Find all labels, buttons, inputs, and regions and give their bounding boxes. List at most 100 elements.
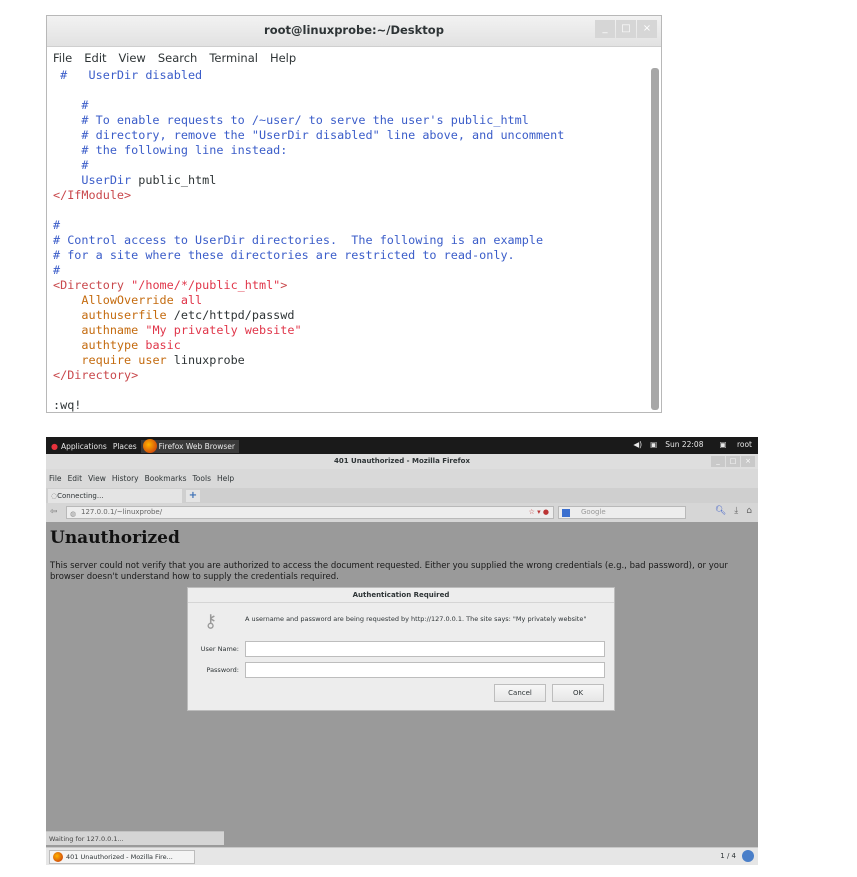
firefox-minimize-button[interactable]: _ [711, 456, 725, 467]
menu-terminal[interactable]: Terminal [209, 51, 258, 65]
terminal-token: > [280, 278, 288, 292]
workspace-indicator[interactable]: 1 / 4 [720, 852, 736, 860]
menu-help[interactable]: Help [270, 51, 296, 65]
password-input[interactable] [245, 662, 605, 678]
ff-menu-history[interactable]: History [112, 474, 139, 483]
terminal-token: all [180, 293, 203, 307]
tab-strip: ◌Connecting... + [46, 488, 758, 503]
download-icon[interactable]: ⤓ [734, 506, 738, 516]
terminal-token: /etc/httpd/passwd [173, 308, 295, 322]
ff-menu-view[interactable]: View [88, 474, 106, 483]
terminal-line: AllowOverride all [53, 293, 647, 308]
firefox-maximize-button[interactable]: □ [726, 456, 740, 467]
terminal-line: authtype basic [53, 338, 647, 353]
active-app-menu[interactable]: Firefox Web Browser [140, 439, 240, 453]
applications-menu[interactable]: Applications [61, 442, 107, 451]
terminal-token: basic [145, 338, 181, 352]
firefox-close-button[interactable]: × [741, 456, 755, 467]
clock[interactable]: Sun 22:08 [665, 440, 703, 449]
terminal-line: require user linuxprobe [53, 353, 647, 368]
monitor-icon: ▣ [719, 440, 729, 449]
terminal-line: # [53, 158, 647, 173]
key-icon: ⚷ [204, 611, 218, 632]
desktop-screenshot: ● Applications Places Firefox Web Browse… [46, 437, 758, 865]
terminal-token: :wq! [53, 398, 82, 412]
terminal-text-area[interactable]: # UserDir disabled # # To enable request… [47, 68, 647, 412]
navigation-toolbar: ⇦ ◍ 127.0.0.1/~linuxprobe/ ☆ ▾ ● Google … [46, 503, 758, 522]
terminal-titlebar[interactable]: root@linuxprobe:~/Desktop _ □ × [47, 16, 661, 47]
terminal-window: root@linuxprobe:~/Desktop _ □ × File Edi… [46, 15, 662, 413]
home-icon[interactable]: ⌂ [746, 506, 752, 516]
firefox-task-icon [53, 852, 63, 862]
terminal-token: # directory, remove the "UserDir disable… [53, 128, 565, 142]
terminal-token: "/home/*/public_html" [131, 278, 281, 292]
menu-view[interactable]: View [119, 51, 146, 65]
terminal-token: UserDir [53, 173, 132, 187]
terminal-token: linuxprobe [173, 353, 245, 367]
menu-edit[interactable]: Edit [84, 51, 106, 65]
terminal-line: # the following line instead: [53, 143, 647, 158]
ff-menu-file[interactable]: File [49, 474, 62, 483]
firefox-menubar: File Edit View History Bookmarks Tools H… [46, 469, 758, 488]
terminal-line: authname "My privately website" [53, 323, 647, 338]
terminal-line: UserDir public_html [53, 173, 647, 188]
search-bar[interactable]: Google [558, 506, 686, 519]
terminal-line: # UserDir disabled [53, 68, 647, 83]
firefox-titlebar[interactable]: 401 Unauthorized - Mozilla Firefox _ □ × [46, 454, 758, 469]
back-arrow-icon[interactable]: ⇦ [50, 507, 58, 517]
terminal-token: authtype [53, 338, 146, 352]
terminal-token: # for a site where these directories are… [53, 248, 515, 262]
terminal-title: root@linuxprobe:~/Desktop [264, 23, 444, 37]
ff-menu-tools[interactable]: Tools [193, 474, 211, 483]
firefox-icon [142, 439, 157, 453]
maximize-button[interactable]: □ [616, 20, 636, 38]
terminal-token: # UserDir disabled [53, 68, 203, 82]
search-icon[interactable]: 🔍︎ [715, 506, 726, 516]
places-menu[interactable]: Places [113, 442, 137, 451]
terminal-token: # To enable requests to /~user/ to serve… [53, 113, 529, 127]
cancel-button[interactable]: Cancel [494, 684, 546, 702]
google-icon [562, 509, 570, 517]
ff-menu-bookmarks[interactable]: Bookmarks [145, 474, 187, 483]
close-button[interactable]: × [637, 20, 657, 38]
terminal-token: # Control access to UserDir directories.… [53, 233, 544, 247]
page-paragraph: This server could not verify that you ar… [50, 561, 728, 582]
terminal-token: AllowOverride [53, 293, 181, 307]
username-input[interactable] [245, 641, 605, 657]
notification-icon[interactable] [742, 850, 754, 862]
terminal-scrollbar[interactable] [651, 68, 659, 410]
minimize-button[interactable]: _ [595, 20, 615, 38]
terminal-line: authuserfile /etc/httpd/passwd [53, 308, 647, 323]
network-icon[interactable]: ▣ [650, 440, 657, 449]
taskbar-firefox-item[interactable]: 401 Unauthorized - Mozilla Fire... [49, 850, 195, 864]
terminal-token: <Directory [53, 278, 132, 292]
menu-search[interactable]: Search [158, 51, 198, 65]
auth-dialog: Authentication Required ⚷ A username and… [187, 587, 615, 711]
terminal-token: "My privately website" [145, 323, 302, 337]
terminal-token: </IfModule> [53, 188, 132, 202]
terminal-token: authuserfile [53, 308, 174, 322]
new-tab-button[interactable]: + [186, 490, 200, 502]
tab-connecting[interactable]: ◌Connecting... [48, 489, 182, 503]
terminal-line: </Directory> [53, 368, 647, 383]
ff-menu-help[interactable]: Help [217, 474, 234, 483]
globe-icon: ◍ [70, 510, 77, 518]
reload-stop-icon[interactable]: ☆ ▾ ● [529, 507, 549, 518]
password-label: Password: [206, 666, 239, 674]
terminal-line: </IfModule> [53, 188, 647, 203]
menu-file[interactable]: File [53, 51, 72, 65]
user-menu[interactable]: ▣ root [711, 440, 752, 449]
ok-button[interactable]: OK [552, 684, 604, 702]
terminal-menubar: File Edit View Search Terminal Help [47, 47, 661, 68]
ff-menu-edit[interactable]: Edit [68, 474, 83, 483]
url-bar[interactable]: ◍ 127.0.0.1/~linuxprobe/ ☆ ▾ ● [66, 506, 554, 519]
active-app-label: Firefox Web Browser [158, 442, 236, 451]
terminal-token: require [53, 353, 139, 367]
terminal-token: # the following line instead: [53, 143, 288, 157]
terminal-token: # [53, 158, 89, 172]
terminal-token: </Directory> [53, 368, 139, 382]
page-heading: Unauthorized [50, 528, 180, 548]
volume-icon[interactable]: ◀) [633, 440, 642, 449]
